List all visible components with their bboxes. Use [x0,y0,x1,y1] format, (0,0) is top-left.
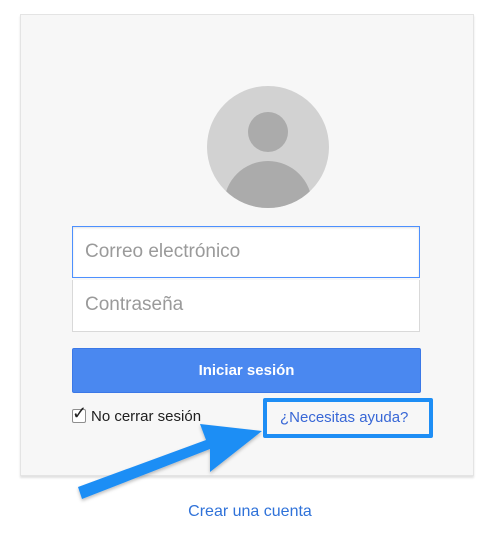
arrow-icon [78,424,262,499]
